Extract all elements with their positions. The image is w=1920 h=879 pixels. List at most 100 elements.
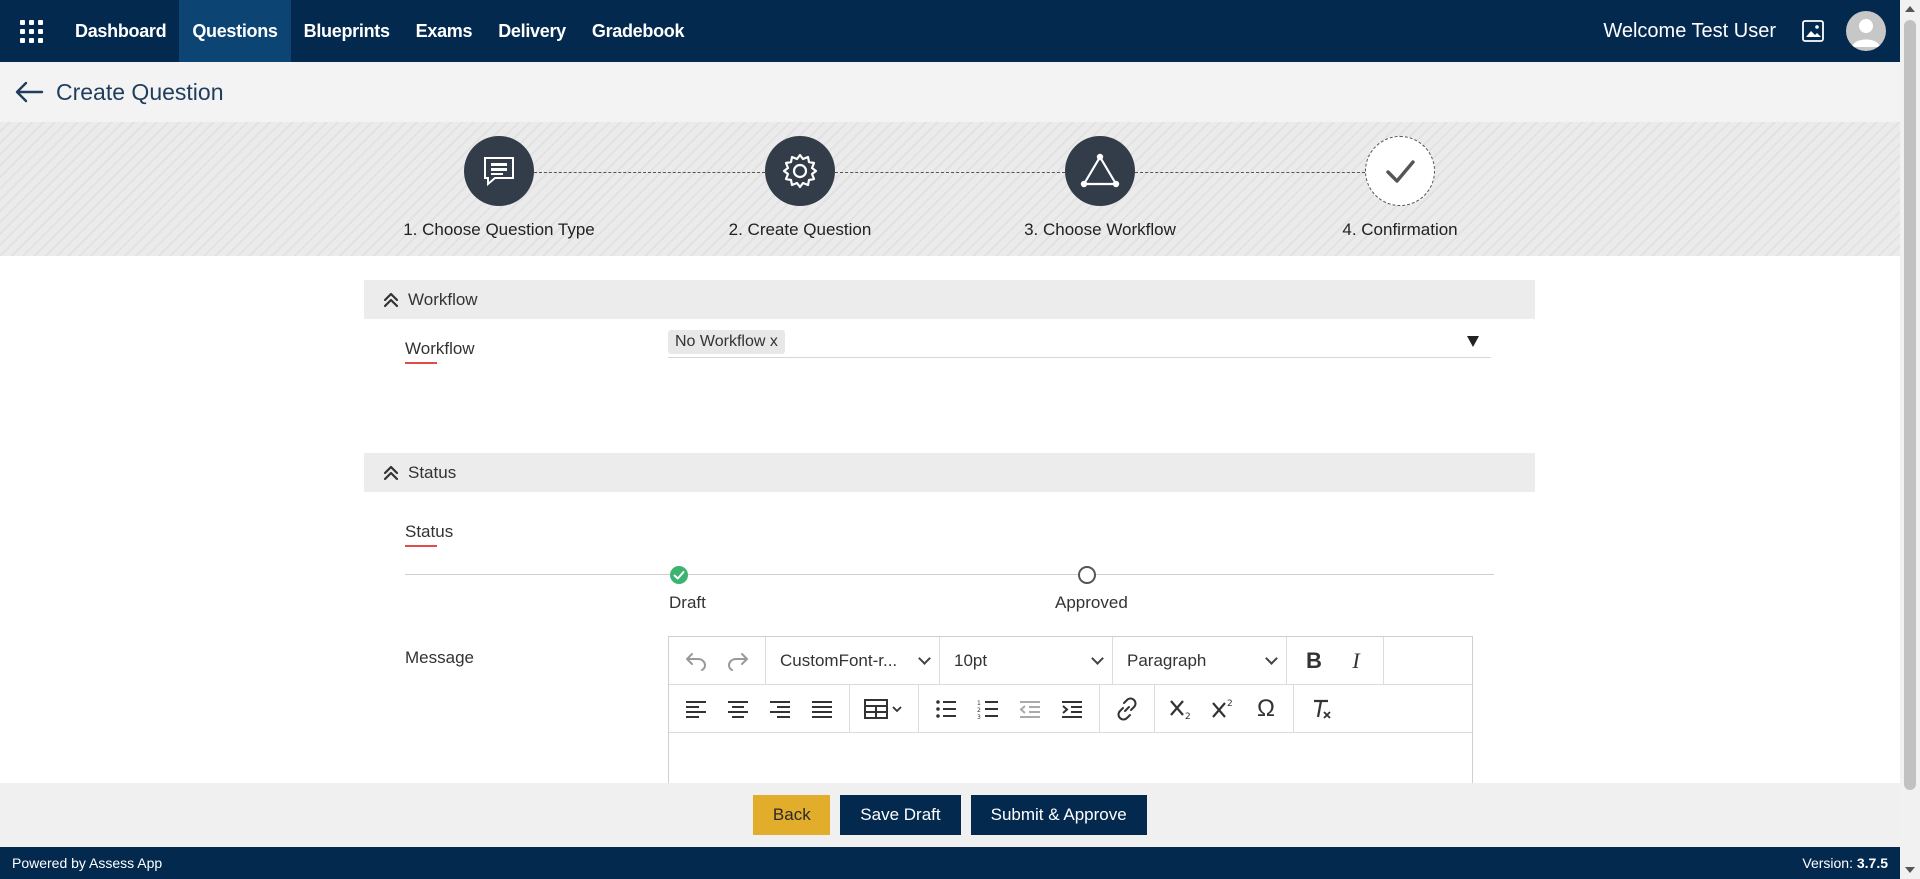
section-title: Workflow: [408, 289, 478, 309]
status-approved-dot[interactable]: [1078, 566, 1096, 584]
status-field-row: Status Draft Approved: [364, 492, 1535, 612]
gear-icon: [782, 153, 818, 189]
subscript-icon: 2: [1170, 699, 1191, 721]
justify-icon: [812, 700, 832, 718]
action-bar: Back Save Draft Submit & Approve: [0, 783, 1900, 847]
required-underline: [405, 545, 437, 547]
undo-icon: [686, 652, 706, 671]
version-info: Version: 3.7.5: [1802, 855, 1888, 871]
step-label: 2. Create Question: [728, 220, 872, 239]
svg-text:3: 3: [977, 714, 981, 719]
top-navigation: Dashboard Questions Blueprints Exams Del…: [0, 0, 1900, 62]
workflow-section-header[interactable]: Workflow: [364, 280, 1535, 319]
bold-icon: B: [1306, 647, 1322, 673]
redo-button[interactable]: [717, 642, 759, 680]
chevron-down-icon: [1265, 651, 1278, 665]
workflow-select[interactable]: No Workflow x: [668, 329, 1491, 358]
caret-down-icon[interactable]: [1467, 336, 1479, 347]
step-create-question[interactable]: 2. Create Question: [690, 136, 910, 240]
progress-stepper: 1. Choose Question Type 2. Create Questi…: [0, 122, 1900, 256]
align-right-button[interactable]: [759, 690, 801, 728]
nav-exams[interactable]: Exams: [403, 0, 486, 62]
align-left-icon: [686, 700, 706, 718]
submit-approve-button[interactable]: Submit & Approve: [970, 795, 1147, 835]
collapse-up-icon[interactable]: [382, 291, 400, 309]
workflow-field-row: Workflow No Workflow x: [364, 319, 1535, 453]
nav-questions[interactable]: Questions: [179, 0, 291, 62]
script-group: 2 2 Ω: [1155, 685, 1294, 732]
outdent-icon: [1019, 700, 1040, 718]
message-label: Message: [405, 648, 474, 667]
step-circle: [1065, 136, 1135, 206]
subscript-button[interactable]: 2: [1161, 690, 1203, 728]
nav-delivery[interactable]: Delivery: [485, 0, 579, 62]
list-group: 1 2 3: [919, 685, 1100, 732]
back-button[interactable]: Back: [753, 795, 831, 835]
outdent-button[interactable]: [1009, 690, 1051, 728]
step-circle: [1365, 136, 1435, 206]
svg-text:2: 2: [1227, 699, 1233, 709]
clear-formatting-icon: [1314, 699, 1331, 719]
nav-blueprints[interactable]: Blueprints: [291, 0, 403, 62]
align-center-button[interactable]: [717, 690, 759, 728]
editor-toolbar-row-1: CustomFont-r... 10pt Paragraph B I: [669, 637, 1472, 685]
step-choose-question-type[interactable]: 1. Choose Question Type: [389, 136, 609, 240]
italic-button[interactable]: I: [1335, 642, 1377, 680]
image-icon[interactable]: [1802, 20, 1824, 42]
bullet-list-icon: [936, 699, 956, 718]
clear-formatting-button[interactable]: [1300, 690, 1342, 728]
status-label: Status: [405, 522, 453, 547]
step-label: 3. Choose Workflow: [1024, 220, 1176, 239]
scroll-up-icon[interactable]: [1905, 6, 1915, 12]
font-family-value: CustomFont-r...: [780, 650, 898, 670]
step-confirmation[interactable]: 4. Confirmation: [1290, 136, 1510, 240]
table-button[interactable]: [856, 690, 912, 728]
scroll-down-icon[interactable]: [1905, 867, 1915, 873]
scroll-thumb[interactable]: [1904, 20, 1916, 790]
nav-gradebook[interactable]: Gradebook: [579, 0, 697, 62]
bold-button[interactable]: B: [1293, 642, 1335, 680]
undo-button[interactable]: [675, 642, 717, 680]
align-right-icon: [770, 700, 790, 718]
link-icon: [1117, 697, 1137, 720]
chevron-down-icon: [918, 651, 931, 665]
app-launcher-button[interactable]: [0, 0, 62, 62]
vertical-scrollbar[interactable]: [1900, 0, 1920, 879]
status-draft-dot[interactable]: [670, 566, 688, 584]
clear-format-group: [1294, 685, 1348, 732]
version-number: 3.7.5: [1856, 855, 1888, 871]
history-group: [669, 637, 766, 684]
workflow-chip[interactable]: No Workflow x: [668, 330, 785, 354]
superscript-button[interactable]: 2: [1203, 690, 1245, 728]
chat-list-icon: [484, 157, 514, 187]
font-family-select[interactable]: CustomFont-r...: [766, 637, 940, 684]
save-draft-button[interactable]: Save Draft: [840, 795, 961, 835]
step-circle: [464, 136, 534, 206]
check-circle-icon: [673, 571, 685, 580]
numbered-list-button[interactable]: 1 2 3: [967, 690, 1009, 728]
indent-button[interactable]: [1051, 690, 1093, 728]
nav-dashboard[interactable]: Dashboard: [62, 0, 179, 62]
page-title: Create Question: [56, 78, 224, 105]
svg-text:2: 2: [977, 707, 981, 714]
font-size-select[interactable]: 10pt: [940, 637, 1113, 684]
user-avatar[interactable]: [1846, 11, 1886, 51]
justify-button[interactable]: [801, 690, 843, 728]
grid-icon: [19, 19, 43, 43]
special-character-button[interactable]: Ω: [1245, 690, 1287, 728]
link-button[interactable]: [1106, 690, 1148, 728]
svg-text:2: 2: [1185, 712, 1191, 721]
welcome-text: Welcome Test User: [1603, 19, 1776, 42]
numbered-list-icon: 1 2 3: [977, 700, 998, 719]
superscript-icon: 2: [1212, 699, 1233, 718]
collapse-up-icon[interactable]: [382, 464, 400, 482]
step-circle: [765, 136, 835, 206]
block-format-select[interactable]: Paragraph: [1113, 637, 1287, 684]
step-choose-workflow[interactable]: 3. Choose Workflow: [990, 136, 1210, 240]
editor-toolbar-row-2: 1 2 3 2 2 Ω: [669, 685, 1472, 733]
svg-text:1: 1: [977, 700, 981, 707]
align-left-button[interactable]: [675, 690, 717, 728]
status-section-header[interactable]: Status: [364, 453, 1535, 492]
back-arrow-icon[interactable]: [14, 80, 44, 104]
bullet-list-button[interactable]: [925, 690, 967, 728]
